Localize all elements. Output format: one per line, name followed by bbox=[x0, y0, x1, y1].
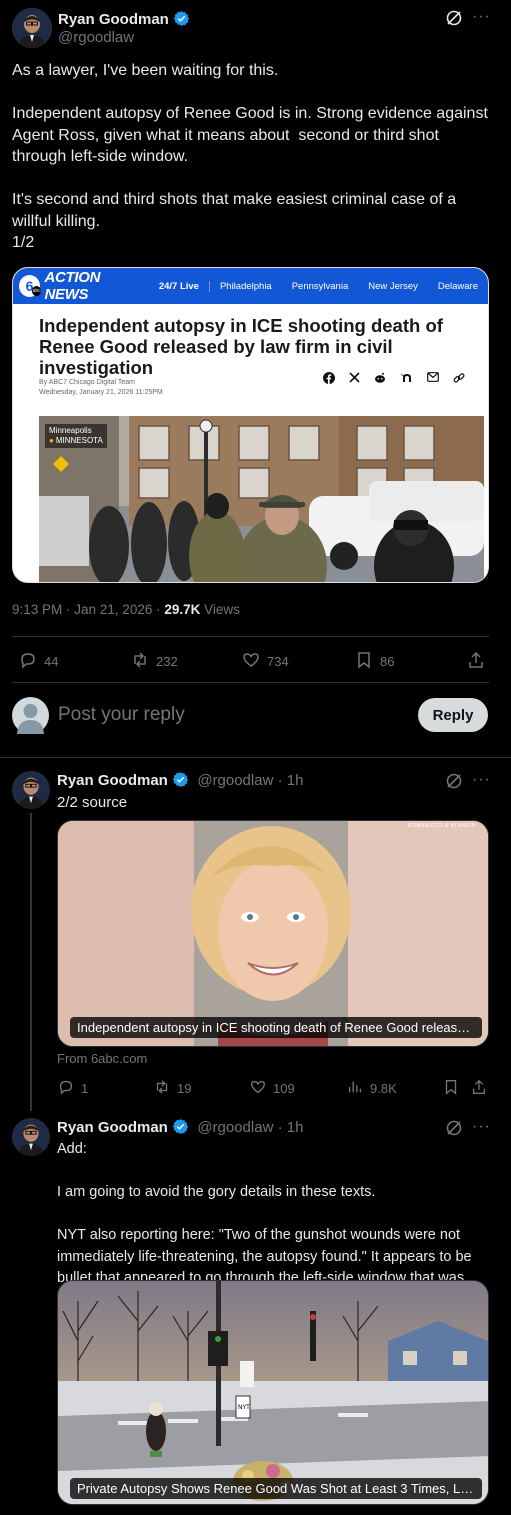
views-label: Views bbox=[200, 602, 240, 617]
views-action[interactable]: 9.8K bbox=[346, 1078, 397, 1099]
repost-icon bbox=[130, 650, 150, 673]
handle-time[interactable]: @rgoodlaw · 1h bbox=[197, 772, 303, 789]
nav-item-247-live[interactable]: 24/7 Live bbox=[149, 280, 210, 292]
author-avatar[interactable] bbox=[12, 8, 52, 48]
views-count: 9.8K bbox=[370, 1081, 397, 1096]
reply-button[interactable]: Reply bbox=[418, 698, 488, 732]
card-caption: Private Autopsy Shows Renee Good Was Sho… bbox=[70, 1478, 482, 1499]
x-icon[interactable] bbox=[349, 372, 360, 387]
tweet-text: Add: I am going to avoid the gory detail… bbox=[57, 1141, 472, 1286]
author-name[interactable]: Ryan Goodman bbox=[57, 772, 168, 789]
like-count: 734 bbox=[267, 654, 289, 669]
handle-time[interactable]: @rgoodlaw · 1h bbox=[197, 1119, 303, 1136]
tweet-text: 2/2 source bbox=[57, 794, 128, 811]
author-name[interactable]: Ryan Goodman bbox=[58, 11, 169, 28]
timestamp[interactable]: 9:13 PM · Jan 21, 2026 · bbox=[12, 602, 164, 617]
divider bbox=[0, 757, 511, 758]
facebook-icon[interactable] bbox=[323, 372, 335, 387]
link-icon[interactable] bbox=[453, 372, 465, 387]
reply-icon bbox=[18, 650, 38, 673]
article-photo: Minneapolis ● MINNESOTA bbox=[39, 416, 484, 582]
reddit-icon[interactable] bbox=[374, 372, 386, 387]
share-icon[interactable] bbox=[466, 650, 486, 675]
divider bbox=[12, 636, 489, 637]
card-source[interactable]: From 6abc.com bbox=[57, 1051, 147, 1066]
email-icon[interactable] bbox=[427, 372, 439, 387]
more-options-icon[interactable]: ··· bbox=[472, 1118, 491, 1136]
link-card[interactable]: NYT Private Autopsy Shows Renee Good Was… bbox=[57, 1280, 489, 1505]
reply-action[interactable]: 44 bbox=[18, 650, 58, 673]
author-avatar[interactable] bbox=[12, 1118, 50, 1156]
reply-count: 44 bbox=[44, 654, 59, 669]
thread-line bbox=[30, 813, 32, 1111]
location-state: ● MINNESOTA bbox=[49, 436, 103, 445]
verified-badge-icon bbox=[172, 1118, 189, 1140]
nav-item-philadelphia[interactable]: Philadelphia bbox=[210, 281, 282, 292]
verified-badge-icon bbox=[172, 771, 189, 793]
card-photo bbox=[58, 821, 488, 1046]
more-options-icon[interactable]: ··· bbox=[472, 771, 491, 789]
like-action[interactable]: 734 bbox=[241, 650, 289, 673]
article-card[interactable]: 6 abc ACTION NEWS 24/7 Live Philadelphia… bbox=[12, 267, 489, 583]
article-date: Wednesday, January 21, 2026 11:25PM bbox=[39, 389, 163, 396]
reply-action[interactable]: 1 bbox=[57, 1078, 88, 1099]
reply-count: 1 bbox=[81, 1081, 89, 1096]
grok-icon[interactable] bbox=[444, 8, 464, 33]
repost-count: 19 bbox=[177, 1081, 192, 1096]
location-pin-icon: ● bbox=[49, 436, 54, 445]
author-avatar[interactable] bbox=[12, 771, 50, 809]
nextdoor-icon[interactable] bbox=[400, 372, 413, 387]
more-options-icon[interactable]: ··· bbox=[472, 8, 491, 26]
views-count: 29.7K bbox=[164, 602, 201, 617]
nyt-sign: NYT bbox=[238, 1404, 250, 1411]
like-count: 109 bbox=[273, 1081, 295, 1096]
analytics-icon bbox=[346, 1078, 364, 1099]
repost-icon bbox=[153, 1078, 171, 1099]
user-avatar[interactable] bbox=[12, 697, 49, 734]
verified-badge-icon bbox=[173, 10, 190, 32]
heart-icon bbox=[241, 650, 261, 673]
nav-item-pennsylvania[interactable]: Pennsylvania bbox=[282, 281, 359, 292]
repost-action[interactable]: 19 bbox=[153, 1078, 191, 1099]
heart-icon bbox=[249, 1078, 267, 1099]
location-city: Minneapolis bbox=[49, 426, 92, 435]
card-photo: NYT bbox=[58, 1281, 488, 1504]
repost-count: 232 bbox=[156, 654, 178, 669]
like-action[interactable]: 109 bbox=[249, 1078, 295, 1099]
grok-icon[interactable] bbox=[444, 771, 464, 796]
abc-brand: ACTION NEWS bbox=[44, 269, 101, 303]
article-headline: Independent autopsy in ICE shooting deat… bbox=[39, 315, 443, 378]
reply-icon bbox=[57, 1078, 75, 1099]
abc-logo: 6 abc ACTION NEWS bbox=[13, 269, 149, 303]
bookmark-count: 86 bbox=[380, 654, 395, 669]
tweet-text: As a lawyer, I've been waiting for this.… bbox=[12, 62, 488, 251]
timestamp-line: 9:13 PM · Jan 21, 2026 · 29.7K Views bbox=[12, 602, 240, 617]
bookmark-icon[interactable] bbox=[442, 1078, 460, 1101]
divider bbox=[12, 682, 489, 683]
bookmark-action[interactable]: 86 bbox=[354, 650, 394, 673]
author-handle[interactable]: @rgoodlaw bbox=[58, 29, 134, 46]
author-name[interactable]: Ryan Goodman bbox=[57, 1119, 168, 1136]
article-byline: By ABC7 Chicago Digital Team bbox=[39, 379, 135, 386]
repost-action[interactable]: 232 bbox=[130, 650, 178, 673]
share-icons bbox=[323, 372, 465, 387]
abc-navbar: 6 abc ACTION NEWS 24/7 Live Philadelphia… bbox=[13, 268, 488, 304]
card-caption: Independent autopsy in ICE shooting deat… bbox=[70, 1017, 482, 1038]
nav-item-delaware[interactable]: Delaware bbox=[428, 281, 488, 292]
nav-item-new-jersey[interactable]: New Jersey bbox=[358, 281, 428, 292]
card-watermark: ROMANUCCI & BLANDIN bbox=[407, 823, 476, 829]
reply-input[interactable]: Post your reply bbox=[58, 704, 185, 726]
link-card[interactable]: ROMANUCCI & BLANDIN Independent autopsy … bbox=[57, 820, 489, 1047]
bookmark-icon bbox=[354, 650, 374, 673]
share-icon[interactable] bbox=[470, 1078, 488, 1101]
